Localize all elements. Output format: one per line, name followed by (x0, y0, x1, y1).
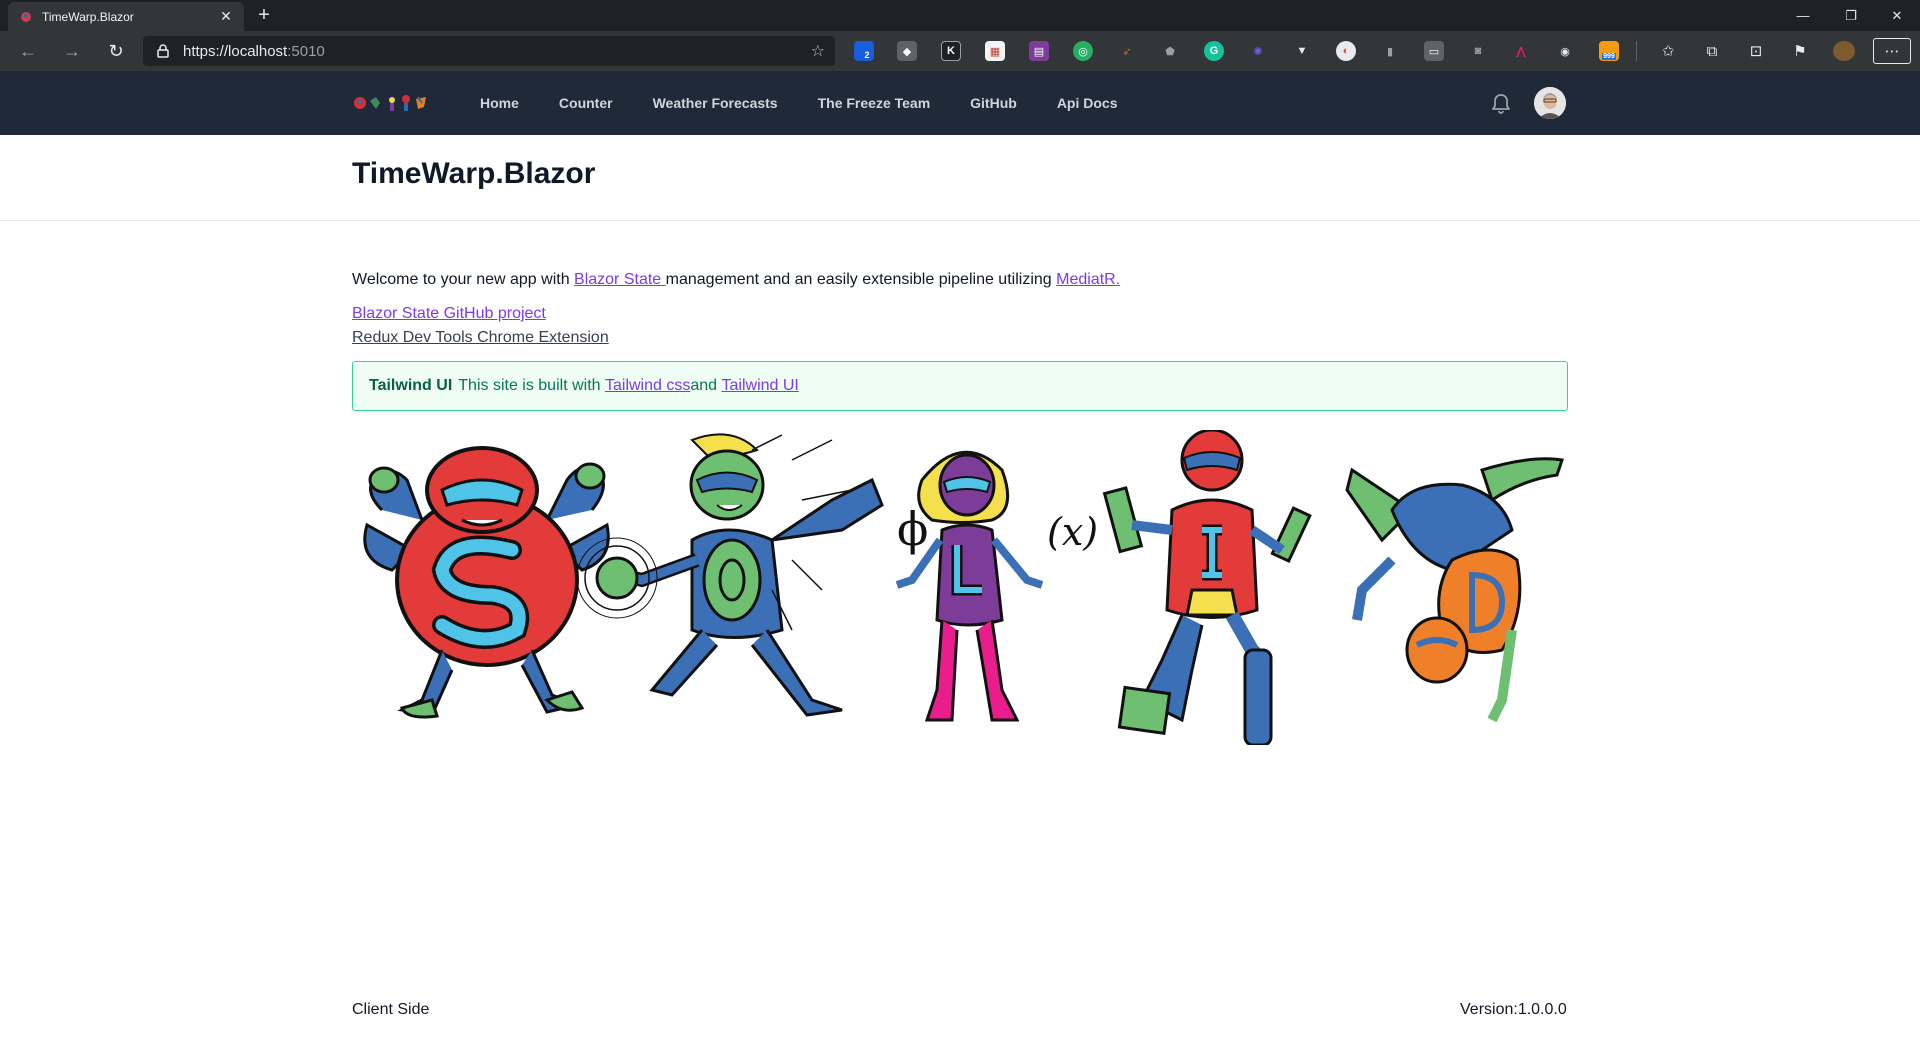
resource-links: Blazor State GitHub project Redux Dev To… (352, 302, 1568, 350)
page-header: TimeWarp.Blazor (0, 135, 1920, 221)
nav-counter[interactable]: Counter (547, 87, 625, 119)
footer-version: Version:1.0.0.0 (1460, 1001, 1567, 1018)
browser-tab[interactable]: TimeWarp.Blazor ✕ (8, 2, 244, 31)
url-text: https://localhost:5010 (183, 42, 325, 60)
favicon-icon (18, 9, 34, 25)
hero-i-illustration (1102, 430, 1312, 745)
swift-extension-icon[interactable]: ➶ (1117, 41, 1137, 61)
reload-icon[interactable]: ↻ (102, 37, 130, 65)
vue-extension-icon[interactable]: ▼ (1292, 41, 1312, 61)
freeze-team-logo[interactable] (352, 91, 432, 115)
screenshot-icon[interactable]: ⊡ (1745, 41, 1767, 61)
mediatr-link[interactable]: MediatR. (1056, 271, 1120, 288)
lock-icon (153, 44, 173, 58)
profile-avatar-icon[interactable] (1833, 41, 1855, 61)
close-window-icon[interactable]: ✕ (1874, 0, 1920, 31)
target-extension-icon[interactable]: ◎ (1073, 41, 1093, 61)
hero-s-illustration (363, 446, 610, 719)
browser-titlebar: TimeWarp.Blazor ✕ + — ❐ ✕ (0, 0, 1920, 31)
k-extension-icon[interactable]: K (941, 41, 961, 61)
svg-text:(x): (x) (1047, 510, 1098, 554)
nav-api-docs[interactable]: Api Docs (1045, 87, 1130, 119)
nav-freeze-team[interactable]: The Freeze Team (806, 87, 943, 119)
tailwind-css-link[interactable]: Tailwind css (605, 377, 690, 395)
close-tab-icon[interactable]: ✕ (218, 8, 234, 25)
nav-github[interactable]: GitHub (958, 87, 1029, 119)
user-photo-icon (1534, 87, 1566, 119)
tailwind-notice: Tailwind UI This site is built with Tail… (352, 361, 1568, 411)
toolbar-separator (1636, 41, 1637, 61)
new-tab-button[interactable]: + (252, 4, 276, 26)
browser-toolbar: ← → ↻ https://localhost:5010 ☆ 2 ◆ K ▦ ▤… (0, 31, 1920, 71)
blazor-state-link[interactable]: Blazor State (574, 271, 666, 288)
feedback-icon[interactable]: ⚑ (1789, 41, 1811, 61)
user-avatar[interactable] (1534, 87, 1566, 119)
bottle-extension-icon[interactable]: ▮ (1380, 41, 1400, 61)
camera-extension-icon[interactable]: ◙ (1468, 41, 1488, 61)
address-bar[interactable]: https://localhost:5010 ☆ (143, 36, 835, 66)
hero-d-illustration (1345, 457, 1564, 723)
app-navbar: Home Counter Weather Forecasts The Freez… (0, 71, 1920, 135)
notifications-bell-icon[interactable] (1489, 92, 1513, 116)
page-title: TimeWarp.Blazor (352, 157, 596, 190)
notice-title: Tailwind UI (369, 377, 453, 394)
back-icon[interactable]: ← (14, 37, 42, 65)
collections-icon[interactable]: ⧉ (1701, 41, 1723, 61)
notice-prefix: This site is built with (458, 377, 601, 394)
calendar-extension-icon[interactable]: ▦ (985, 41, 1005, 61)
rss-extension-icon[interactable]: 999 (1599, 41, 1619, 61)
bitwarden-extension-icon[interactable]: 2 (854, 41, 874, 61)
blazor-state-github-link[interactable]: Blazor State GitHub project (352, 305, 546, 322)
footer-client-side: Client Side (352, 1001, 430, 1018)
main-content: Welcome to your new app with Blazor Stat… (352, 264, 1568, 411)
freeze-team-heroes-image: ϕ (x) (363, 430, 1564, 745)
tab-title: TimeWarp.Blazor (42, 9, 134, 24)
settings-menu-icon[interactable]: ⋯ (1873, 38, 1911, 64)
privacy-extension-icon[interactable]: ⬟ (1160, 41, 1180, 61)
grammarly-extension-icon[interactable]: G (1204, 41, 1224, 61)
nav-weather-forecasts[interactable]: Weather Forecasts (641, 87, 790, 119)
shield-extension-icon[interactable]: ◆ (897, 41, 917, 61)
welcome-middle: management and an easily extensible pipe… (665, 271, 1057, 288)
graphql-extension-icon[interactable]: ⋀ (1511, 41, 1531, 61)
notice-and: and (690, 377, 718, 394)
redux-devtools-link[interactable]: Redux Dev Tools Chrome Extension (352, 329, 609, 346)
nav-home[interactable]: Home (468, 87, 531, 119)
hero-o-illustration (576, 433, 884, 717)
bookmark-star-icon[interactable]: ☆ (811, 41, 825, 61)
minimize-icon[interactable]: — (1780, 0, 1826, 31)
tailwind-ui-link[interactable]: Tailwind UI (722, 377, 799, 395)
screen-extension-icon[interactable]: ▭ (1424, 41, 1444, 61)
restore-icon[interactable]: ❐ (1828, 0, 1874, 31)
welcome-text: Welcome to your new app with Blazor Stat… (352, 264, 1568, 296)
hero-l-illustration: ϕ (x) (895, 450, 1098, 722)
main-menu: Home Counter Weather Forecasts The Freez… (468, 71, 1146, 135)
welcome-prefix: Welcome to your new app with (352, 271, 575, 288)
github-extension-icon[interactable]: ◉ (1555, 41, 1575, 61)
burst-extension-icon[interactable]: ✺ (1248, 41, 1268, 61)
flag-extension-icon[interactable]: ▤ (1029, 41, 1049, 61)
color-extension-icon[interactable]: ◐ (1336, 41, 1356, 61)
forward-icon[interactable]: → (58, 37, 86, 65)
favorites-icon[interactable]: ✩ (1657, 41, 1679, 61)
